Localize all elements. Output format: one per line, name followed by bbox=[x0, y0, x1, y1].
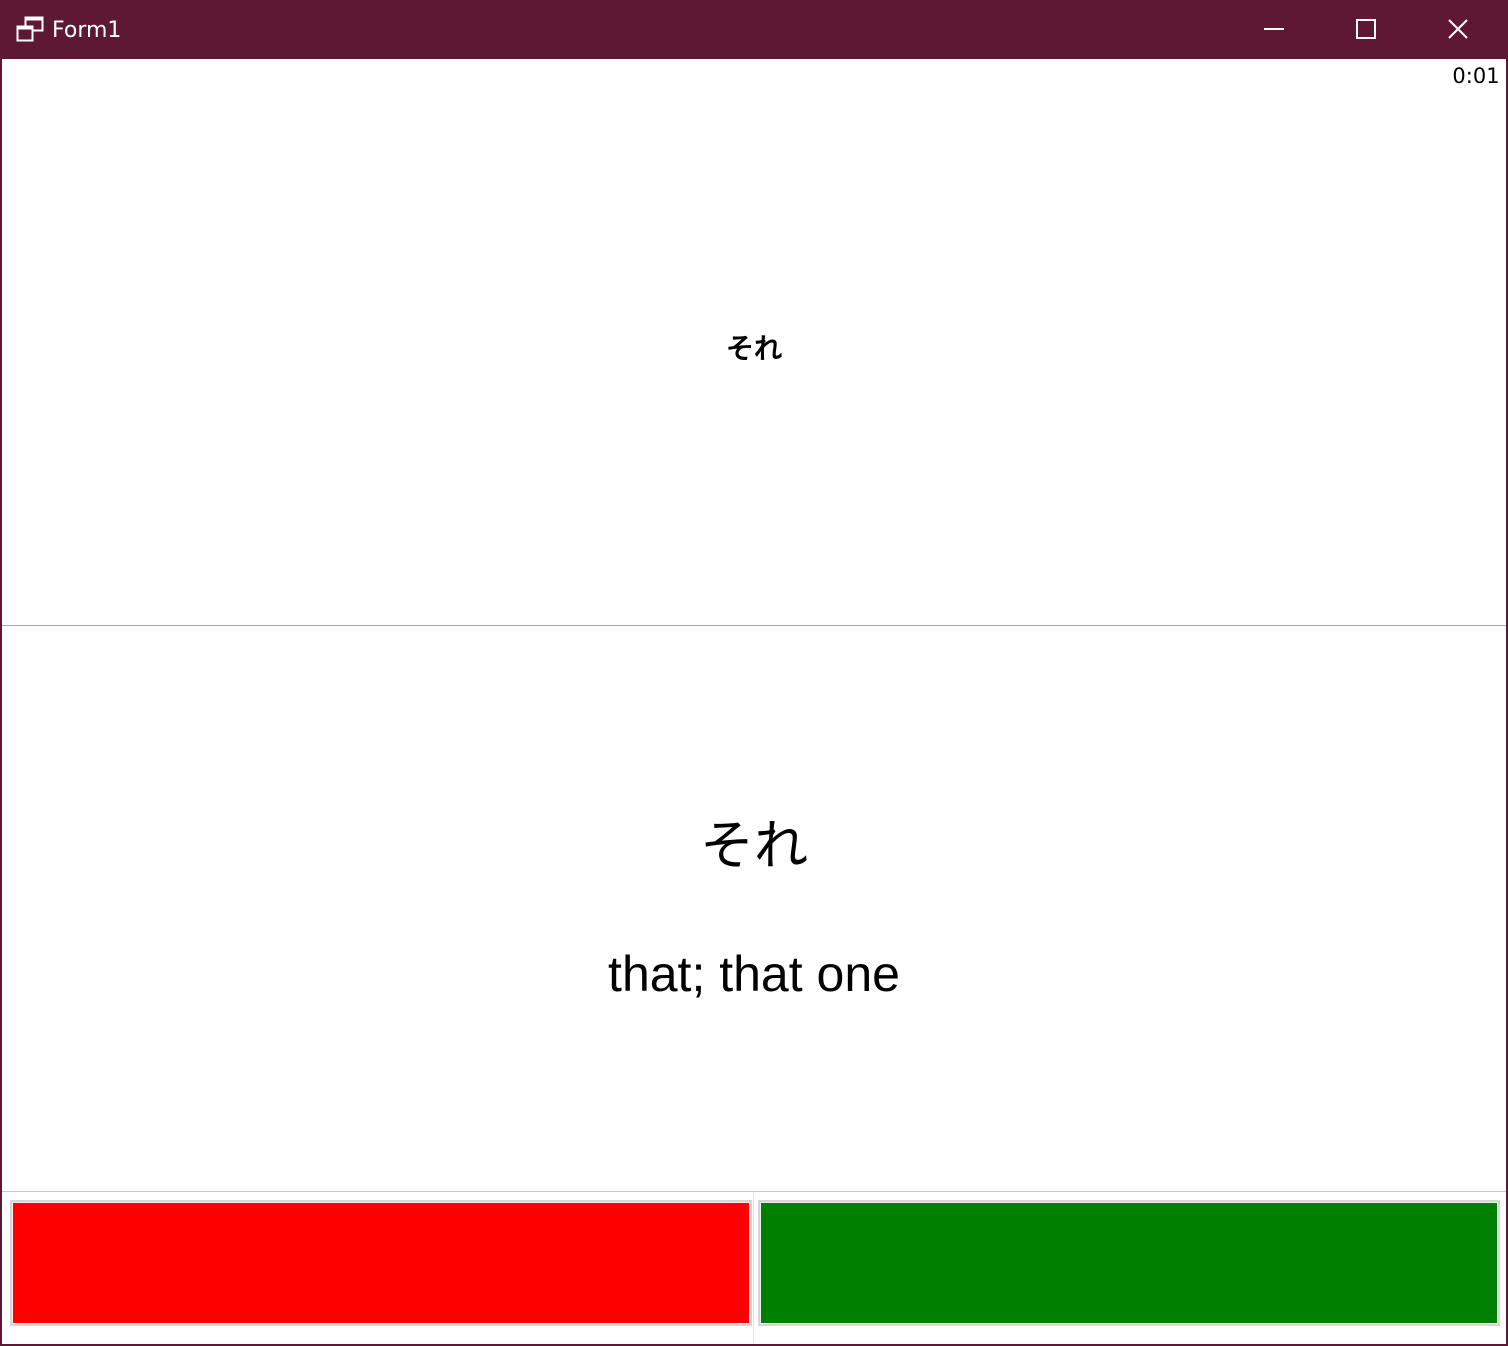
timer-label: 0:01 bbox=[1448, 60, 1504, 92]
right-button-fill bbox=[761, 1203, 1497, 1323]
close-icon bbox=[1447, 18, 1469, 44]
answer-pane: それ that; that one bbox=[2, 626, 1506, 1191]
maximize-icon bbox=[1355, 18, 1377, 44]
wrong-button-fill bbox=[13, 1203, 749, 1323]
prompt-pane: それ bbox=[2, 59, 1506, 625]
maximize-button[interactable] bbox=[1320, 2, 1412, 59]
window-title: Form1 bbox=[52, 18, 122, 43]
button-area bbox=[2, 1192, 1506, 1344]
right-button[interactable] bbox=[758, 1200, 1500, 1326]
app-window-icon bbox=[15, 16, 45, 44]
answer-kana: それ bbox=[700, 814, 808, 877]
button-separator bbox=[753, 1192, 754, 1344]
close-button[interactable] bbox=[1412, 2, 1504, 59]
title-bar[interactable]: Form1 bbox=[2, 2, 1506, 59]
minimize-button[interactable] bbox=[1228, 2, 1320, 59]
wrong-button[interactable] bbox=[10, 1200, 752, 1326]
minimize-icon bbox=[1263, 18, 1285, 44]
app-window: Form1 それ それ that; that one 0:01 bbox=[0, 0, 1508, 1346]
prompt-text: それ bbox=[725, 332, 782, 365]
answer-meaning: that; that one bbox=[608, 946, 900, 1002]
